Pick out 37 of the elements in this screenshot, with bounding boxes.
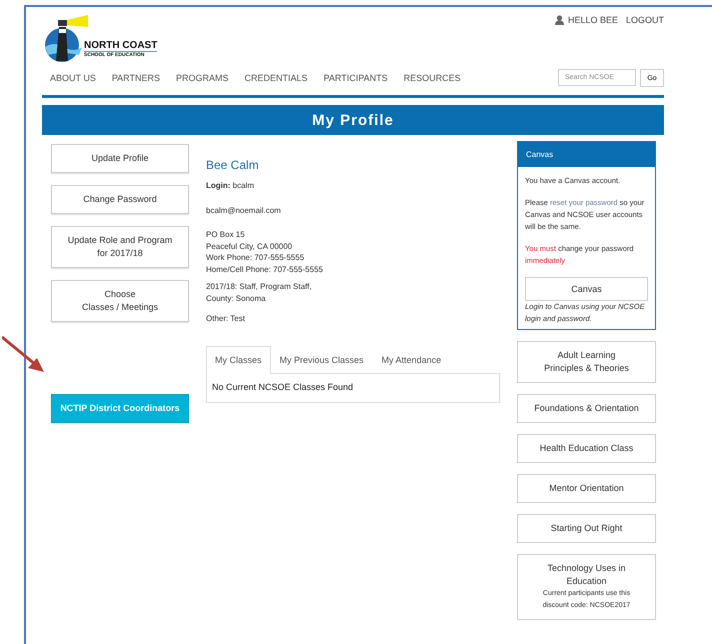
panel-title: Canvas	[526, 150, 554, 159]
profile-button[interactable]: Change Password	[51, 185, 189, 214]
classes-tab[interactable]: My Attendance	[372, 346, 450, 372]
nav-link[interactable]: CREDENTIALS	[244, 73, 308, 83]
address-line: Work Phone: 707-555-5555	[206, 252, 306, 264]
class-button[interactable]: Foundations & Orientation	[517, 394, 656, 423]
email-text: bcalm@noemail.com	[206, 204, 282, 216]
classes-tab[interactable]: My Previous Classes	[270, 346, 373, 372]
login-text: Login: bcalm	[206, 180, 255, 192]
page-title: My Profile	[312, 112, 394, 128]
class-button[interactable]: Mentor Orientation	[517, 474, 656, 503]
canvas-button[interactable]: Canvas	[525, 277, 648, 301]
nav-link[interactable]: PARTNERS	[112, 73, 160, 83]
nav-link[interactable]: RESOURCES	[404, 73, 461, 83]
address-line: Home/Cell Phone: 707-555-5555	[206, 264, 324, 275]
profile-button[interactable]: Choose Classes / Meetings	[51, 280, 189, 322]
role-line: County: Sonoma	[206, 292, 267, 304]
address-line: PO Box 15	[206, 229, 246, 240]
profile-button[interactable]: Update Role and Program for 2017/18	[51, 226, 189, 268]
greeting-text: HELLO BEE	[568, 15, 618, 25]
nav-link[interactable]: ABOUT US	[50, 73, 96, 83]
address-line: Peaceful City, CA 00000	[206, 240, 294, 252]
class-button[interactable]: Health Education Class	[517, 434, 656, 463]
user-icon	[554, 15, 564, 25]
logo-title: NORTH COAST	[84, 40, 158, 52]
classes-tab[interactable]: My Classes	[206, 346, 271, 374]
profile-button[interactable]: Update Profile	[51, 144, 189, 173]
logout-link[interactable]: LOGOUT	[626, 15, 664, 25]
empty-message: No Current NCSOE Classes Found	[212, 382, 354, 392]
nav-link[interactable]: PARTICIPANTS	[324, 73, 388, 83]
pointer-arrow	[2, 335, 44, 373]
other-text: Other: Test	[206, 313, 246, 324]
role-line: 2017/18: Staff, Program Staff,	[206, 281, 313, 292]
class-button[interactable]: Adult Learning Principles & Theories	[517, 341, 656, 383]
nav-link[interactable]: PROGRAMS	[176, 73, 229, 83]
class-button[interactable]: Starting Out Right	[517, 514, 656, 543]
profile-name: Bee Calm	[206, 158, 260, 172]
